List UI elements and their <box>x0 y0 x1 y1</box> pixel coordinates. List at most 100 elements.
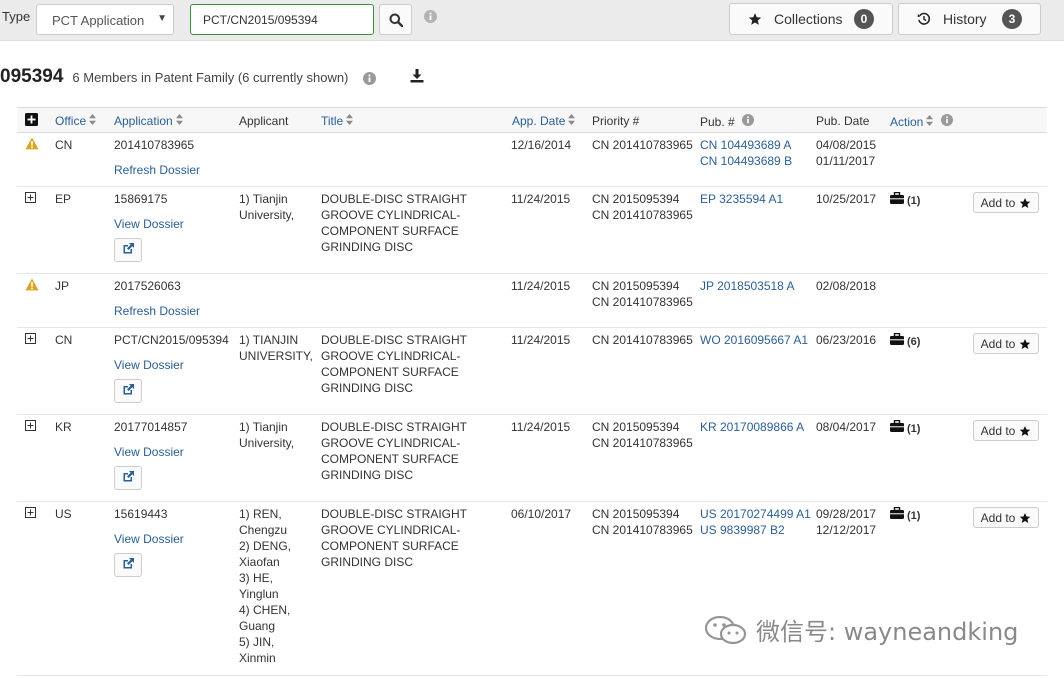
pub-number-link[interactable]: CN 104493689 A <box>700 137 792 153</box>
header-title[interactable]: Title <box>321 114 354 128</box>
priority-number: CN 2015095394 <box>592 279 680 293</box>
pub-date: 10/25/2017 <box>816 192 877 206</box>
pub-number-link[interactable]: EP 3235594 A1 <box>700 191 783 207</box>
table-body: CN 201410783965 Refresh Dossier 12/16/2014 C… <box>17 133 1047 676</box>
history-button[interactable]: History 3 <box>898 3 1041 35</box>
refresh-dossier-link[interactable]: Refresh Dossier <box>114 303 200 319</box>
pub-date-cell: 04/08/2015 01/11/2017 <box>816 137 876 169</box>
type-label: Type <box>2 9 31 24</box>
search-input[interactable] <box>190 4 374 35</box>
app-date: 12/16/2014 <box>511 138 572 152</box>
applicant-line: 5) JIN, <box>239 635 275 649</box>
pub-date: 09/28/2017 <box>816 507 877 521</box>
sort-icon <box>926 114 934 129</box>
pub-date-cell: 08/04/2017 <box>816 419 876 435</box>
view-dossier-link[interactable]: View Dossier <box>114 444 187 460</box>
table-row: KR 20177014857 View Dossier 1) Tianjin Unive… <box>17 415 1047 502</box>
search-toolbar: Type PCT Application ▼ Collections 0 His… <box>0 0 1064 41</box>
external-link-button[interactable] <box>114 466 142 490</box>
applicant-line: 2) DENG, <box>239 539 292 553</box>
applicant-cell: 1) Tianjin University, <box>239 419 317 451</box>
collections-count-badge: 0 <box>854 9 874 29</box>
collections-label: Collections <box>774 11 843 27</box>
office-code: KR <box>55 420 72 434</box>
expand-all-icon[interactable] <box>25 113 38 129</box>
applicant-cell: 1) Tianjin University, <box>239 191 317 223</box>
info-circle-icon[interactable] <box>424 10 437 26</box>
header-action[interactable]: Action <box>890 114 954 129</box>
priority-cell: CN 2015095394 CN 201410783965 <box>592 278 693 310</box>
application-cell: 201410783965 Refresh Dossier <box>114 137 200 178</box>
app-date: 11/24/2015 <box>511 192 571 206</box>
star-icon <box>748 12 762 26</box>
add-to-collection-button[interactable]: Add to <box>973 192 1039 213</box>
download-icon[interactable] <box>410 69 424 86</box>
collections-button[interactable]: Collections 0 <box>729 3 893 35</box>
application-cell: 20177014857 View Dossier <box>114 419 187 490</box>
info-circle-icon[interactable] <box>941 114 954 129</box>
applicant-line: 1) REN, <box>239 507 282 521</box>
expand-row-icon[interactable] <box>25 506 36 522</box>
add-to-collection-button[interactable]: Add to <box>973 507 1039 528</box>
pub-number-link[interactable]: US 20170274499 A1 <box>700 506 811 522</box>
view-dossier-link[interactable]: View Dossier <box>114 531 184 547</box>
wechat-logo-icon <box>704 615 748 645</box>
refresh-dossier-link[interactable]: Refresh Dossier <box>114 162 200 178</box>
applicant-line: Yinglun <box>239 587 279 601</box>
header-application[interactable]: Application <box>114 114 183 128</box>
pub-number-link[interactable]: WO 2016095667 A1 <box>700 332 808 348</box>
priority-number: CN 201410783965 <box>592 333 693 347</box>
office-code: CN <box>55 333 73 347</box>
action-count: (1) <box>907 194 921 207</box>
pub-number-link[interactable]: JP 2018503518 A <box>700 278 795 294</box>
action-count: (1) <box>907 422 921 435</box>
action-cell[interactable]: (1) <box>890 419 921 437</box>
external-link-button[interactable] <box>114 379 142 403</box>
briefcase-icon <box>890 419 904 437</box>
table-row: CN PCT/CN2015/095394 View Dossier 1) TIANJI… <box>17 328 1047 415</box>
add-to-label: Add to <box>980 510 1016 525</box>
add-to-collection-button[interactable]: Add to <box>973 420 1039 441</box>
star-icon <box>1019 197 1031 209</box>
action-cell[interactable]: (6) <box>890 332 920 350</box>
pub-number-link[interactable]: CN 104493689 B <box>700 153 792 169</box>
action-cell[interactable]: (1) <box>890 506 920 524</box>
external-link-button[interactable] <box>114 238 142 262</box>
priority-number: CN 201410783965 <box>592 523 693 537</box>
history-icon <box>917 12 931 26</box>
header-pub-no: Pub. # <box>700 114 754 129</box>
application-number: 15619443 <box>114 507 168 521</box>
pub-date: 06/23/2016 <box>816 333 877 347</box>
view-dossier-link[interactable]: View Dossier <box>114 216 184 232</box>
pub-date-cell: 09/28/2017 12/12/2017 <box>816 506 876 538</box>
family-subtitle: 6 Members in Patent Family (6 currently … <box>72 70 349 85</box>
view-dossier-link[interactable]: View Dossier <box>114 357 229 373</box>
patent-family-table: Office Application Applicant Title App. … <box>17 107 1047 676</box>
priority-cell: CN 201410783965 <box>592 137 693 153</box>
sort-icon <box>568 114 576 128</box>
add-to-collection-button[interactable]: Add to <box>973 333 1039 354</box>
table-row: US 15619443 View Dossier 1) REN, Chengzu 2) D… <box>17 502 1047 676</box>
star-icon <box>1019 425 1031 437</box>
applicant-line: University, <box>239 208 295 222</box>
expand-row-icon[interactable] <box>25 332 36 348</box>
expand-row-icon[interactable] <box>25 191 36 207</box>
search-button[interactable] <box>379 4 412 35</box>
action-cell[interactable]: (1) <box>890 191 921 209</box>
pub-number-link[interactable]: KR 20170089866 A <box>700 419 804 435</box>
caret-down-icon: ▼ <box>157 13 167 24</box>
sort-icon <box>346 114 354 128</box>
priority-cell: CN 2015095394 CN 201410783965 <box>592 419 693 451</box>
pub-number-cell: US 20170274499 A1 US 9839987 B2 <box>700 506 811 538</box>
applicant-line: 1) Tianjin <box>239 192 288 206</box>
applicant-line: 1) TIANJIN <box>239 333 299 347</box>
app-date: 11/24/2015 <box>511 279 571 293</box>
expand-row-icon[interactable] <box>25 419 36 435</box>
external-link-button[interactable] <box>114 553 142 577</box>
pub-number-link[interactable]: US 9839987 B2 <box>700 522 811 538</box>
info-circle-icon[interactable] <box>363 72 376 88</box>
info-circle-icon[interactable] <box>741 114 754 129</box>
header-app-date[interactable]: App. Date <box>512 114 576 128</box>
type-select[interactable]: PCT Application ▼ <box>36 4 174 35</box>
header-office[interactable]: Office <box>55 114 97 128</box>
